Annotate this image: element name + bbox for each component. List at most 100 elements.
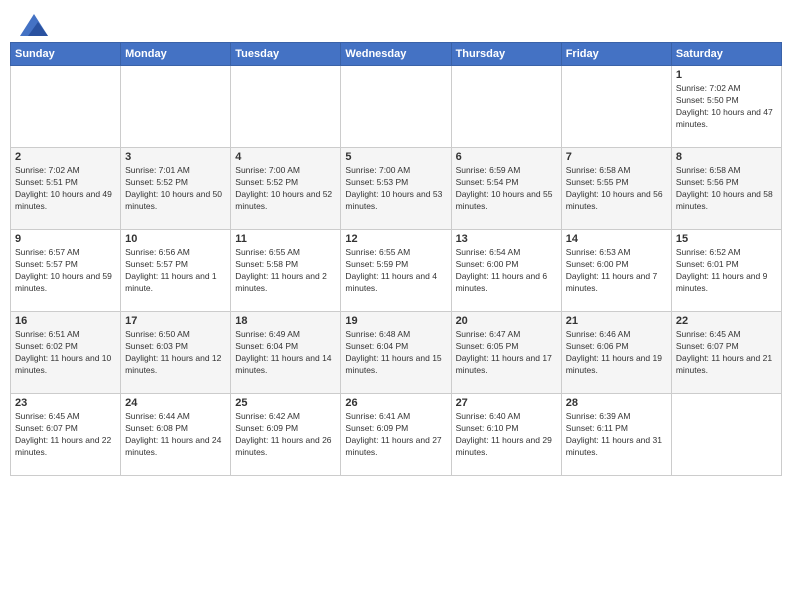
- day-header-thursday: Thursday: [451, 43, 561, 66]
- cell-info: Sunrise: 6:41 AM Sunset: 6:09 PM Dayligh…: [345, 411, 446, 459]
- calendar-cell: 7Sunrise: 6:58 AM Sunset: 5:55 PM Daylig…: [561, 148, 671, 230]
- cell-info: Sunrise: 6:45 AM Sunset: 6:07 PM Dayligh…: [15, 411, 116, 459]
- calendar-cell: 21 Sunrise: 6:46 AM Sunset: 6:06 PM Dayli…: [561, 312, 671, 394]
- header: [0, 0, 792, 42]
- cell-info: Sunrise: 6:45 AM Sunset: 6:07 PM Dayligh…: [676, 329, 777, 377]
- calendar-cell: 6 Sunrise: 6:59 AM Sunset: 5:54 PM Daylig…: [451, 148, 561, 230]
- day-number: 8: [676, 151, 777, 163]
- calendar-cell: 3 Sunrise: 7:01 AM Sunset: 5:52 PM Daylig…: [121, 148, 231, 230]
- day-number: 20: [456, 315, 557, 327]
- cell-info: Sunrise: 7:00 AM Sunset: 5:53 PM Dayligh…: [345, 165, 446, 213]
- calendar-cell: 28 Sunrise: 6:39 AM Sunset: 6:11 PM Dayli…: [561, 394, 671, 476]
- cell-info: Sunrise: 6:57 AM Sunset: 5:57 PM Dayligh…: [15, 247, 116, 295]
- day-number: 23: [15, 397, 116, 409]
- calendar-cell: 12 Sunrise: 6:55 AM Sunset: 5:59 PM Dayli…: [341, 230, 451, 312]
- calendar-table: SundayMondayTuesdayWednesdayThursdayFrid…: [10, 42, 782, 476]
- day-number: 27: [456, 397, 557, 409]
- calendar-cell: 5 Sunrise: 7:00 AM Sunset: 5:53 PM Daylig…: [341, 148, 451, 230]
- calendar-cell: 15 Sunrise: 6:52 AM Sunset: 6:01 PM Dayli…: [671, 230, 781, 312]
- cell-info: Sunrise: 6:39 AM Sunset: 6:11 PM Dayligh…: [566, 411, 667, 459]
- day-number: 2: [15, 151, 116, 163]
- calendar-cell: [451, 66, 561, 148]
- day-number: 9: [15, 233, 116, 245]
- calendar-cell: [121, 66, 231, 148]
- cell-info: Sunrise: 6:56 AM Sunset: 5:57 PM Dayligh…: [125, 247, 226, 295]
- logo-icon: [20, 14, 48, 36]
- calendar-cell: 20 Sunrise: 6:47 AM Sunset: 6:05 PM Dayli…: [451, 312, 561, 394]
- day-number: 5: [345, 151, 446, 163]
- cell-info: Sunrise: 6:54 AM Sunset: 6:00 PM Dayligh…: [456, 247, 557, 295]
- calendar-cell: 13Sunrise: 6:54 AM Sunset: 6:00 PM Dayli…: [451, 230, 561, 312]
- day-header-saturday: Saturday: [671, 43, 781, 66]
- cell-info: Sunrise: 6:40 AM Sunset: 6:10 PM Dayligh…: [456, 411, 557, 459]
- cell-info: Sunrise: 6:59 AM Sunset: 5:54 PM Dayligh…: [456, 165, 557, 213]
- cell-info: Sunrise: 6:58 AM Sunset: 5:56 PM Dayligh…: [676, 165, 777, 213]
- calendar-cell: [671, 394, 781, 476]
- logo-text: [18, 14, 48, 36]
- calendar-cell: 19 Sunrise: 6:48 AM Sunset: 6:04 PM Dayli…: [341, 312, 451, 394]
- calendar-cell: 26 Sunrise: 6:41 AM Sunset: 6:09 PM Dayli…: [341, 394, 451, 476]
- calendar-cell: 24Sunrise: 6:44 AM Sunset: 6:08 PM Dayli…: [121, 394, 231, 476]
- day-number: 4: [235, 151, 336, 163]
- calendar-cell: 4 Sunrise: 7:00 AM Sunset: 5:52 PM Daylig…: [231, 148, 341, 230]
- day-header-wednesday: Wednesday: [341, 43, 451, 66]
- day-number: 22: [676, 315, 777, 327]
- calendar-cell: 14 Sunrise: 6:53 AM Sunset: 6:00 PM Dayli…: [561, 230, 671, 312]
- day-number: 28: [566, 397, 667, 409]
- day-number: 10: [125, 233, 226, 245]
- cell-info: Sunrise: 7:02 AM Sunset: 5:51 PM Dayligh…: [15, 165, 116, 213]
- cell-info: Sunrise: 6:52 AM Sunset: 6:01 PM Dayligh…: [676, 247, 777, 295]
- week-row-4: 16Sunrise: 6:51 AM Sunset: 6:02 PM Dayli…: [11, 312, 782, 394]
- calendar-cell: 27 Sunrise: 6:40 AM Sunset: 6:10 PM Dayli…: [451, 394, 561, 476]
- day-number: 21: [566, 315, 667, 327]
- day-number: 26: [345, 397, 446, 409]
- calendar-cell: 11Sunrise: 6:55 AM Sunset: 5:58 PM Dayli…: [231, 230, 341, 312]
- cell-info: Sunrise: 6:55 AM Sunset: 5:59 PM Dayligh…: [345, 247, 446, 295]
- day-number: 14: [566, 233, 667, 245]
- cell-info: Sunrise: 7:02 AM Sunset: 5:50 PM Dayligh…: [676, 83, 777, 131]
- day-header-sunday: Sunday: [11, 43, 121, 66]
- week-row-3: 9 Sunrise: 6:57 AM Sunset: 5:57 PM Daylig…: [11, 230, 782, 312]
- day-number: 25: [235, 397, 336, 409]
- day-header-tuesday: Tuesday: [231, 43, 341, 66]
- cell-info: Sunrise: 7:00 AM Sunset: 5:52 PM Dayligh…: [235, 165, 336, 213]
- cell-info: Sunrise: 6:48 AM Sunset: 6:04 PM Dayligh…: [345, 329, 446, 377]
- day-number: 15: [676, 233, 777, 245]
- day-number: 24: [125, 397, 226, 409]
- cell-info: Sunrise: 6:47 AM Sunset: 6:05 PM Dayligh…: [456, 329, 557, 377]
- calendar-cell: 25 Sunrise: 6:42 AM Sunset: 6:09 PM Dayli…: [231, 394, 341, 476]
- calendar-cell: 17 Sunrise: 6:50 AM Sunset: 6:03 PM Dayli…: [121, 312, 231, 394]
- cell-info: Sunrise: 6:46 AM Sunset: 6:06 PM Dayligh…: [566, 329, 667, 377]
- cell-info: Sunrise: 6:55 AM Sunset: 5:58 PM Dayligh…: [235, 247, 336, 295]
- calendar-cell: 18Sunrise: 6:49 AM Sunset: 6:04 PM Dayli…: [231, 312, 341, 394]
- calendar-cell: [231, 66, 341, 148]
- calendar-cell: [341, 66, 451, 148]
- day-header-monday: Monday: [121, 43, 231, 66]
- day-number: 17: [125, 315, 226, 327]
- cell-info: Sunrise: 7:01 AM Sunset: 5:52 PM Dayligh…: [125, 165, 226, 213]
- calendar-cell: 16Sunrise: 6:51 AM Sunset: 6:02 PM Dayli…: [11, 312, 121, 394]
- calendar-cell: 22 Sunrise: 6:45 AM Sunset: 6:07 PM Dayli…: [671, 312, 781, 394]
- week-row-5: 23 Sunrise: 6:45 AM Sunset: 6:07 PM Dayli…: [11, 394, 782, 476]
- calendar-cell: 1 Sunrise: 7:02 AM Sunset: 5:50 PM Daylig…: [671, 66, 781, 148]
- page: SundayMondayTuesdayWednesdayThursdayFrid…: [0, 0, 792, 612]
- cell-info: Sunrise: 6:58 AM Sunset: 5:55 PM Dayligh…: [566, 165, 667, 213]
- calendar-cell: 2 Sunrise: 7:02 AM Sunset: 5:51 PM Daylig…: [11, 148, 121, 230]
- day-number: 6: [456, 151, 557, 163]
- day-number: 19: [345, 315, 446, 327]
- calendar-cell: 10 Sunrise: 6:56 AM Sunset: 5:57 PM Dayli…: [121, 230, 231, 312]
- day-number: 12: [345, 233, 446, 245]
- day-number: 1: [676, 69, 777, 81]
- calendar-cell: 8 Sunrise: 6:58 AM Sunset: 5:56 PM Daylig…: [671, 148, 781, 230]
- week-row-2: 2 Sunrise: 7:02 AM Sunset: 5:51 PM Daylig…: [11, 148, 782, 230]
- logo-area: [18, 14, 48, 36]
- cell-info: Sunrise: 6:50 AM Sunset: 6:03 PM Dayligh…: [125, 329, 226, 377]
- cell-info: Sunrise: 6:53 AM Sunset: 6:00 PM Dayligh…: [566, 247, 667, 295]
- week-row-1: 1 Sunrise: 7:02 AM Sunset: 5:50 PM Daylig…: [11, 66, 782, 148]
- day-number: 3: [125, 151, 226, 163]
- day-header-friday: Friday: [561, 43, 671, 66]
- cell-info: Sunrise: 6:51 AM Sunset: 6:02 PM Dayligh…: [15, 329, 116, 377]
- cell-info: Sunrise: 6:42 AM Sunset: 6:09 PM Dayligh…: [235, 411, 336, 459]
- cell-info: Sunrise: 6:49 AM Sunset: 6:04 PM Dayligh…: [235, 329, 336, 377]
- calendar-cell: [11, 66, 121, 148]
